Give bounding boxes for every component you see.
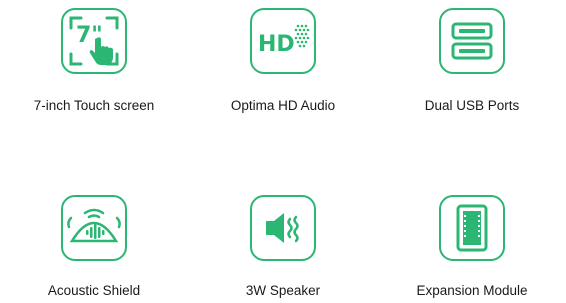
feature-label: 3W Speaker	[245, 283, 321, 298]
feature-touch-screen: 7" 7-inch Touch screen	[0, 8, 188, 113]
expansion-module-icon	[439, 195, 505, 261]
feature-acoustic-shield: Acoustic Shield	[0, 195, 188, 298]
feature-3w-speaker: 3W Speaker	[189, 195, 377, 298]
feature-hd-audio: HD Optima HD Audio	[189, 8, 377, 113]
acoustic-shield-icon	[61, 195, 127, 261]
feature-label: Optima HD Audio	[230, 98, 336, 113]
feature-expansion-module: Expansion Module	[378, 195, 566, 298]
feature-label: Expansion Module	[416, 283, 528, 298]
feature-label: Acoustic Shield	[47, 283, 141, 298]
speaker-icon	[250, 195, 316, 261]
feature-label: Dual USB Ports	[424, 98, 520, 113]
touch-screen-icon: 7"	[61, 8, 127, 74]
feature-dual-usb: Dual USB Ports	[378, 8, 566, 113]
feature-label: 7-inch Touch screen	[33, 98, 155, 113]
hd-audio-icon-text: HD	[258, 32, 295, 57]
hd-audio-icon: HD	[250, 8, 316, 74]
usb-ports-icon	[439, 8, 505, 74]
